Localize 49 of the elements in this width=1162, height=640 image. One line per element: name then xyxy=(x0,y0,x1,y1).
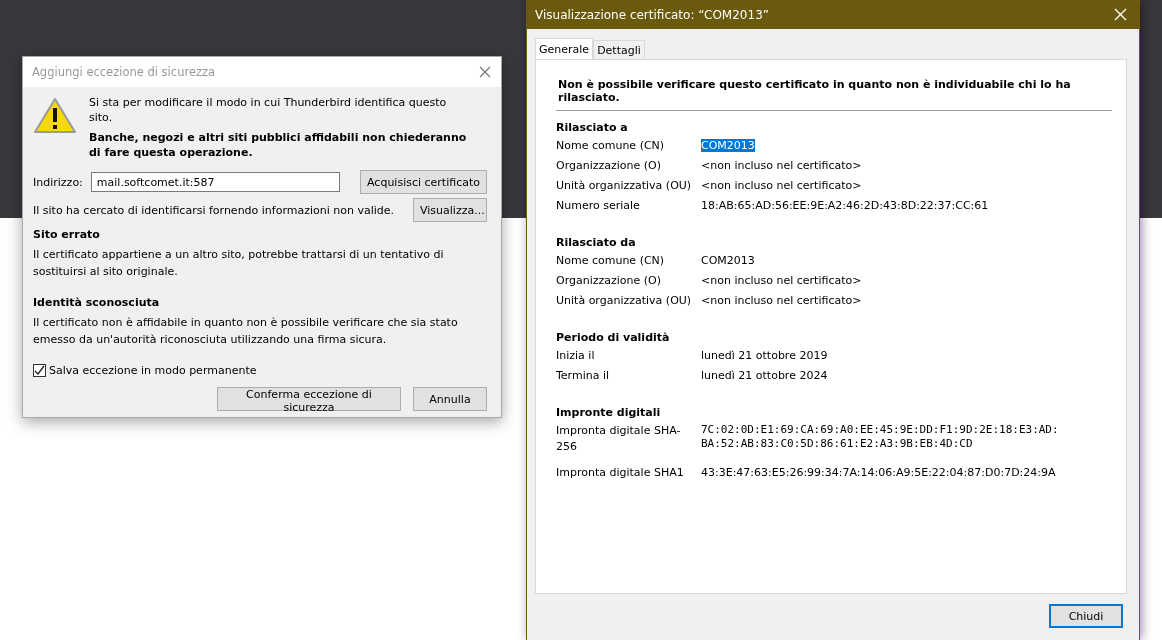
field-value: lunedì 21 ottobre 2019 xyxy=(701,349,828,362)
field-label: Nome comune (CN) xyxy=(556,138,666,154)
field-label: Inizia il xyxy=(556,348,596,364)
field-label: Unità organizzativa (OU) xyxy=(556,293,693,309)
status-text: Il sito ha cercato di identificarsi fornendo informazioni non valide. xyxy=(33,203,395,217)
field-value: COM2013 xyxy=(701,254,755,267)
problem-text: Il certificato non è affidabile in quanto non è possibile verificare che sia stato emesso da un'autorità riconosciuta utilizzando una firma sicura. xyxy=(33,315,459,348)
field-value: COM2013 xyxy=(701,139,755,152)
field-value: 43:3E:47:63:E5:26:99:34:7A:14:06:A9:5E:22:04:87:D0:7D:24:9A xyxy=(701,466,1056,479)
window-title: Aggiungi eccezione di sicurezza xyxy=(32,65,216,79)
section-heading: Periodo di validità xyxy=(556,331,671,344)
cancel-button[interactable]: Annulla xyxy=(413,387,487,411)
address-field[interactable]: mail.softcomet.it:587 xyxy=(90,172,340,192)
field-value: lunedì 21 ottobre 2024 xyxy=(701,369,828,382)
field-label: Numero seriale xyxy=(556,198,641,214)
problem-text: Il certificato appartiene a un altro sito, potrebbe trattarsi di un tentativo di sostituirsi al sito originale. xyxy=(33,247,445,280)
field-value: <non incluso nel certificato> xyxy=(701,179,862,192)
get-certificate-button[interactable]: Acquisisci certificato xyxy=(360,170,487,194)
address-label: Indirizzo: xyxy=(33,175,83,189)
field-value: <non incluso nel certificato> xyxy=(701,159,862,172)
checkbox-label: Salva eccezione in modo permanente xyxy=(49,364,257,377)
field-label: Impronta digitale SHA1 xyxy=(556,465,685,481)
warning-icon xyxy=(33,97,77,135)
section-heading: Impronte digitali xyxy=(556,406,662,419)
field-label: Organizzazione (O) xyxy=(556,158,663,174)
field-label: Termina il xyxy=(556,368,611,384)
problem-heading: Identità sconosciuta xyxy=(33,295,161,311)
field-value: <non incluso nel certificato> xyxy=(701,294,862,307)
problem-heading: Sito errato xyxy=(33,227,101,243)
field-value: 18:AB:65:AD:56:EE:9E:A2:46:2D:43:8D:22:37:CC:61 xyxy=(701,199,989,212)
permanent-checkbox[interactable] xyxy=(33,364,46,377)
field-value: <non incluso nel certificato> xyxy=(701,274,862,287)
field-label: Organizzazione (O) xyxy=(556,273,663,289)
tab[interactable]: Generale xyxy=(535,38,594,59)
field-value: 7C:02:0D:E1:69:CA:69:A0:EE:45:9E:DD:F1:9D:2E:18:E3:AD:BA:52:AB:83:C0:5D:86:61:E2:A3:9B:EB:4D:CD xyxy=(701,423,1060,451)
section-heading: Rilasciato da xyxy=(556,236,637,249)
close-button[interactable]: Chiudi xyxy=(1049,604,1123,628)
tab[interactable]: Dettagli xyxy=(593,40,645,59)
warning-text: Banche, negozi e altri siti pubblici affidabili non chiederanno di fare questa operazione. xyxy=(89,130,468,160)
view-button[interactable]: Visualizza... xyxy=(413,198,487,222)
field-label: Impronta digitale SHA-256 xyxy=(556,423,682,455)
close-icon[interactable] xyxy=(479,66,491,78)
section-heading: Rilasciato a xyxy=(556,121,629,134)
field-label: Nome comune (CN) xyxy=(556,253,666,269)
window-title: Visualizzazione certificato: “COM2013” xyxy=(535,7,769,22)
confirm-exception-button[interactable]: Conferma eccezione di sicurezza xyxy=(217,387,401,411)
field-label: Unità organizzativa (OU) xyxy=(556,178,693,194)
intro-text: Si sta per modificare il modo in cui Thunderbird identifica questo sito. xyxy=(89,95,448,125)
notice-text: Non è possibile verificare questo certificato in quanto non è individuabile chi lo ha rilasciato. xyxy=(556,70,1112,111)
